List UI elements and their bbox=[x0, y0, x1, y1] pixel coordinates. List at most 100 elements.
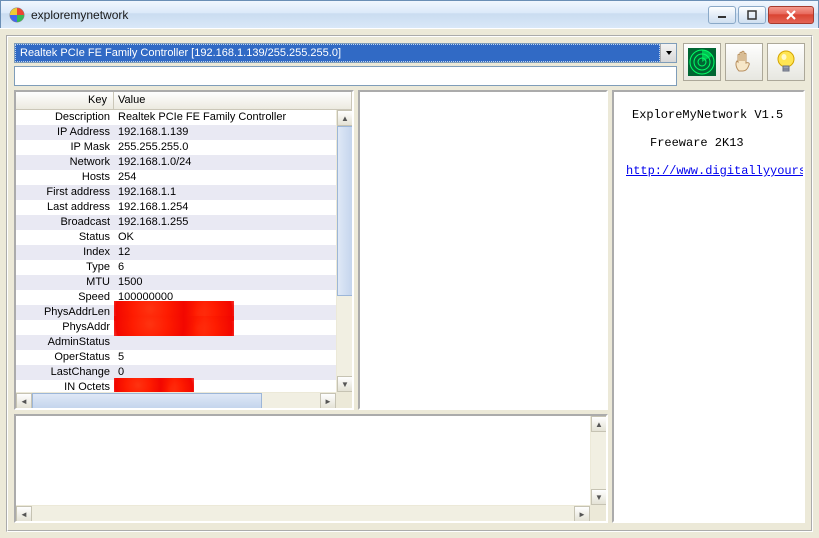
scroll-down-arrow[interactable]: ▼ bbox=[337, 376, 353, 392]
property-value: 255.255.255.0 bbox=[114, 140, 336, 155]
property-key: PhysAddrLen bbox=[16, 305, 114, 320]
scroll-thumb-h[interactable] bbox=[32, 393, 262, 409]
content-frame: Realtek PCIe FE Family Controller [192.1… bbox=[6, 35, 813, 532]
hand-icon bbox=[731, 49, 757, 75]
header-key[interactable]: Key bbox=[16, 92, 114, 109]
property-key: IP Mask bbox=[16, 140, 114, 155]
scroll-down-arrow[interactable]: ▼ bbox=[591, 489, 607, 505]
log-hscroll[interactable]: ◄ ► bbox=[16, 505, 590, 521]
property-row[interactable]: PhysAddr bbox=[16, 320, 336, 335]
scroll-corner bbox=[336, 392, 352, 408]
redacted-overlay bbox=[114, 378, 194, 392]
property-value: 12 bbox=[114, 245, 336, 260]
property-key: MTU bbox=[16, 275, 114, 290]
property-key: Hosts bbox=[16, 170, 114, 185]
property-key: Last address bbox=[16, 200, 114, 215]
window-titlebar: exploremynetwork bbox=[1, 1, 818, 29]
property-key: IP Address bbox=[16, 125, 114, 140]
maximize-button[interactable] bbox=[738, 6, 766, 24]
adapter-combo-text: Realtek PCIe FE Family Controller [192.1… bbox=[15, 44, 660, 62]
scroll-right-arrow[interactable]: ► bbox=[320, 393, 336, 409]
header-value[interactable]: Value bbox=[114, 92, 352, 109]
property-row[interactable]: IN Octets bbox=[16, 380, 336, 392]
property-row[interactable]: IP Address192.168.1.139 bbox=[16, 125, 336, 140]
property-key: Index bbox=[16, 245, 114, 260]
info-panel: ExploreMyNetwork V1.5 Freeware 2K13 http… bbox=[612, 90, 805, 523]
property-value: 192.168.1.1 bbox=[114, 185, 336, 200]
property-value: 5 bbox=[114, 350, 336, 365]
property-key: AdminStatus bbox=[16, 335, 114, 350]
property-value: 254 bbox=[114, 170, 336, 185]
filter-input[interactable] bbox=[14, 66, 677, 86]
info-content: ExploreMyNetwork V1.5 Freeware 2K13 http… bbox=[614, 92, 803, 194]
properties-panel: Key Value DescriptionRealtek PCIe FE Fam… bbox=[14, 90, 354, 410]
stop-button[interactable] bbox=[725, 43, 763, 81]
properties-vscroll[interactable]: ▲ ▼ bbox=[336, 110, 352, 392]
lightbulb-icon bbox=[774, 49, 798, 75]
toolbar-row: Realtek PCIe FE Family Controller [192.1… bbox=[14, 43, 805, 86]
window-title: exploremynetwork bbox=[31, 8, 708, 22]
scroll-thumb[interactable] bbox=[337, 126, 353, 296]
scan-button[interactable] bbox=[683, 43, 721, 81]
property-key: LastChange bbox=[16, 365, 114, 380]
property-key: Speed bbox=[16, 290, 114, 305]
property-value bbox=[114, 380, 336, 392]
property-key: OperStatus bbox=[16, 350, 114, 365]
close-button[interactable] bbox=[768, 6, 814, 24]
log-vscroll[interactable]: ▲ ▼ bbox=[590, 416, 606, 505]
scroll-up-arrow[interactable]: ▲ bbox=[337, 110, 353, 126]
property-value: 192.168.1.254 bbox=[114, 200, 336, 215]
property-row[interactable]: Network192.168.1.0/24 bbox=[16, 155, 336, 170]
properties-body: DescriptionRealtek PCIe FE Family Contro… bbox=[16, 110, 336, 392]
property-row[interactable]: Broadcast192.168.1.255 bbox=[16, 215, 336, 230]
app-icon bbox=[9, 7, 25, 23]
property-key: Status bbox=[16, 230, 114, 245]
property-row[interactable]: IP Mask255.255.255.0 bbox=[16, 140, 336, 155]
property-row[interactable]: DescriptionRealtek PCIe FE Family Contro… bbox=[16, 110, 336, 125]
combo-dropdown-button[interactable] bbox=[660, 44, 676, 62]
info-subtitle: Freeware 2K13 bbox=[650, 136, 791, 150]
info-link[interactable]: http://www.digitallyyours.fr bbox=[626, 164, 805, 178]
property-row[interactable]: AdminStatus bbox=[16, 335, 336, 350]
property-key: PhysAddr bbox=[16, 320, 114, 335]
radar-icon bbox=[688, 48, 716, 76]
property-key: First address bbox=[16, 185, 114, 200]
property-row[interactable]: Last address192.168.1.254 bbox=[16, 200, 336, 215]
property-value bbox=[114, 335, 336, 350]
property-value: Realtek PCIe FE Family Controller bbox=[114, 110, 336, 125]
property-row[interactable]: MTU1500 bbox=[16, 275, 336, 290]
property-row[interactable]: OperStatus5 bbox=[16, 350, 336, 365]
toolbar-buttons bbox=[683, 43, 805, 81]
property-key: Type bbox=[16, 260, 114, 275]
log-panel: ▲ ▼ ◄ ► bbox=[14, 414, 608, 523]
property-value: 192.168.1.0/24 bbox=[114, 155, 336, 170]
property-row[interactable]: StatusOK bbox=[16, 230, 336, 245]
property-value: OK bbox=[114, 230, 336, 245]
adapter-combo[interactable]: Realtek PCIe FE Family Controller [192.1… bbox=[14, 43, 677, 63]
property-row[interactable]: First address192.168.1.1 bbox=[16, 185, 336, 200]
property-value: 1500 bbox=[114, 275, 336, 290]
toolbar-inputs: Realtek PCIe FE Family Controller [192.1… bbox=[14, 43, 677, 86]
property-value: 192.168.1.139 bbox=[114, 125, 336, 140]
scroll-left-arrow[interactable]: ◄ bbox=[16, 393, 32, 409]
property-value: 192.168.1.255 bbox=[114, 215, 336, 230]
results-panel bbox=[358, 90, 608, 410]
redacted-overlay bbox=[114, 316, 234, 336]
property-row[interactable]: Hosts254 bbox=[16, 170, 336, 185]
property-key: Network bbox=[16, 155, 114, 170]
scroll-left-arrow[interactable]: ◄ bbox=[16, 506, 32, 522]
client-area: Realtek PCIe FE Family Controller [192.1… bbox=[0, 28, 819, 538]
scroll-right-arrow[interactable]: ► bbox=[574, 506, 590, 522]
property-value bbox=[114, 320, 336, 335]
property-value: 6 bbox=[114, 260, 336, 275]
properties-header[interactable]: Key Value bbox=[16, 92, 352, 110]
scroll-up-arrow[interactable]: ▲ bbox=[591, 416, 607, 432]
scroll-corner bbox=[590, 505, 606, 521]
window-controls bbox=[708, 6, 814, 24]
hint-button[interactable] bbox=[767, 43, 805, 81]
property-key: Broadcast bbox=[16, 215, 114, 230]
property-row[interactable]: Type6 bbox=[16, 260, 336, 275]
minimize-button[interactable] bbox=[708, 6, 736, 24]
properties-hscroll[interactable]: ◄ ► bbox=[16, 392, 336, 408]
property-row[interactable]: Index12 bbox=[16, 245, 336, 260]
